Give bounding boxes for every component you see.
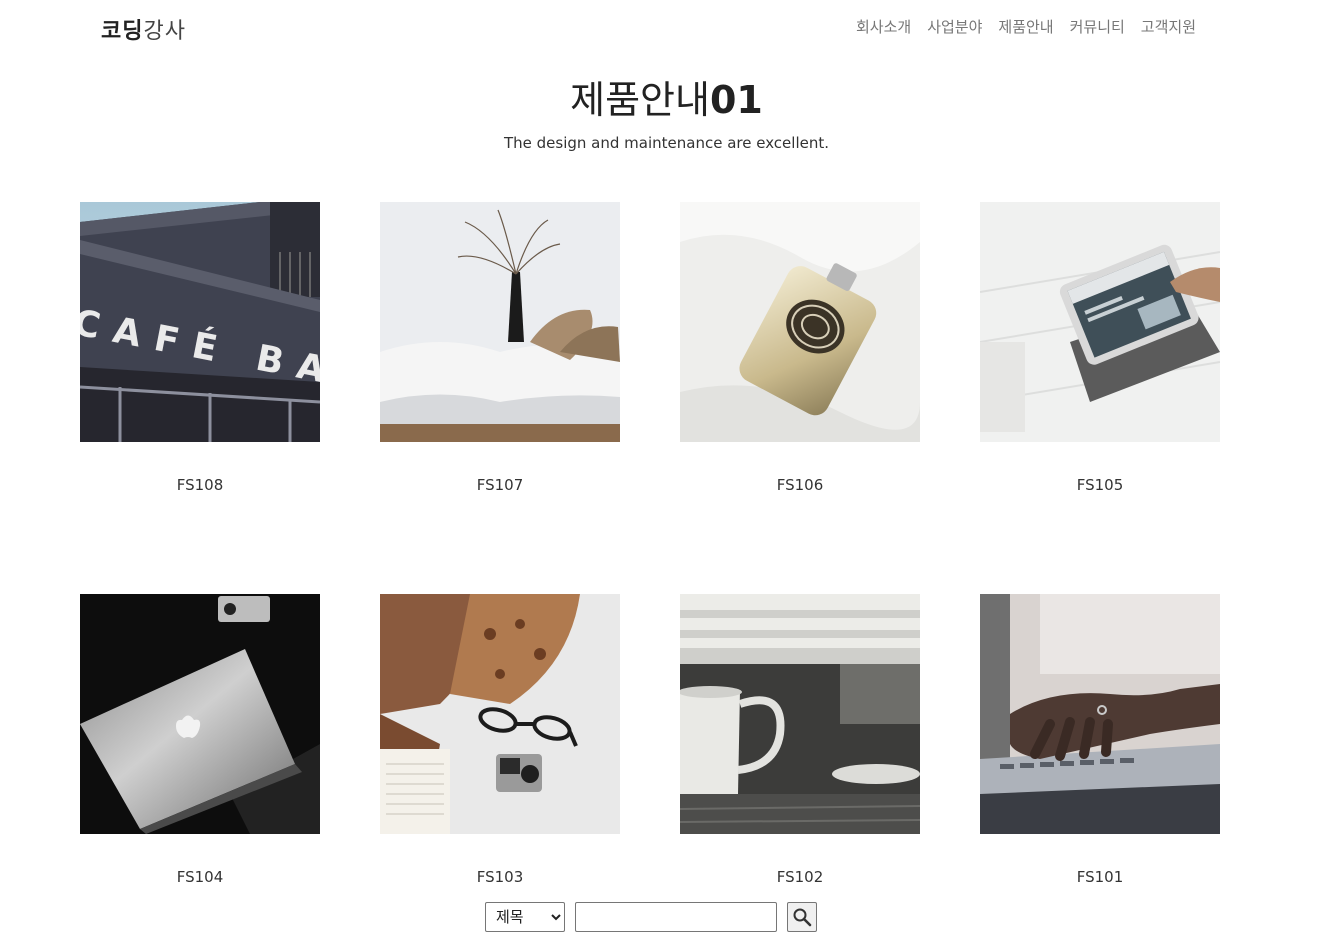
product-thumbnail-fs106[interactable] — [680, 202, 920, 442]
search-button[interactable] — [787, 902, 817, 932]
product-card: FS105 — [980, 202, 1220, 494]
product-grid: CAFÉ BA FS108 FS107 FS106 FS105 FS104 FS… — [80, 202, 1220, 886]
search-type-select[interactable]: 제목 — [485, 902, 565, 932]
search-bar: 제목 — [485, 902, 817, 932]
logo-main: 코딩 — [101, 18, 144, 44]
product-card: CAFÉ BA FS108 — [80, 202, 320, 494]
tablet-photo — [980, 202, 1220, 442]
product-card: FS106 — [680, 202, 920, 494]
product-code: FS101 — [1076, 868, 1124, 886]
laptop-photo — [80, 594, 320, 834]
coffee-cup-photo — [680, 594, 920, 834]
nav-item-products[interactable]: 제품안내 — [998, 16, 1053, 37]
product-code: FS106 — [776, 476, 824, 494]
product-thumbnail-fs102[interactable] — [680, 594, 920, 834]
typing-hands-photo — [980, 594, 1220, 834]
product-code: FS102 — [776, 868, 824, 886]
site-header: 코딩강사 회사소개 사업분야 제품안내 커뮤니티 고객지원 — [0, 0, 1333, 56]
search-icon — [793, 908, 812, 927]
product-card: FS107 — [380, 202, 620, 494]
page-title-number: 01 — [709, 78, 763, 122]
product-thumbnail-fs107[interactable] — [380, 202, 620, 442]
page-title-text: 제품안내 — [570, 78, 710, 122]
cafe-storefront-photo: CAFÉ BA — [80, 202, 320, 442]
nav-item-business[interactable]: 사업분야 — [927, 16, 982, 37]
page-description: The design and maintenance are excellent… — [503, 134, 830, 152]
product-card: FS101 — [980, 594, 1220, 886]
page-heading: 제품안내01 The design and maintenance are ex… — [0, 74, 1333, 152]
main-nav: 회사소개 사업분야 제품안내 커뮤니티 고객지원 — [856, 16, 1196, 37]
product-code: FS105 — [1076, 476, 1124, 494]
nav-item-community[interactable]: 커뮤니티 — [1070, 16, 1125, 37]
product-code: FS104 — [176, 868, 224, 886]
product-thumbnail-fs103[interactable] — [380, 594, 620, 834]
product-code: FS108 — [176, 476, 224, 494]
product-card: FS104 — [80, 594, 320, 886]
product-code: FS103 — [476, 868, 524, 886]
white-sofa-photo — [380, 202, 620, 442]
product-thumbnail-fs101[interactable] — [980, 594, 1220, 834]
product-thumbnail-fs108[interactable]: CAFÉ BA — [80, 202, 320, 442]
nav-item-support[interactable]: 고객지원 — [1141, 16, 1196, 37]
search-input[interactable] — [575, 902, 777, 932]
product-card: FS103 — [380, 594, 620, 886]
hip-flask-photo — [680, 202, 920, 442]
logo-sub: 강사 — [143, 19, 186, 44]
product-thumbnail-fs104[interactable] — [80, 594, 320, 834]
page-title: 제품안내01 — [0, 74, 1333, 126]
nav-item-company[interactable]: 회사소개 — [856, 16, 911, 37]
site-logo[interactable]: 코딩강사 — [101, 13, 186, 45]
product-thumbnail-fs105[interactable] — [980, 202, 1220, 442]
product-code: FS107 — [476, 476, 524, 494]
product-card: FS102 — [680, 594, 920, 886]
desk-items-photo — [380, 594, 620, 834]
